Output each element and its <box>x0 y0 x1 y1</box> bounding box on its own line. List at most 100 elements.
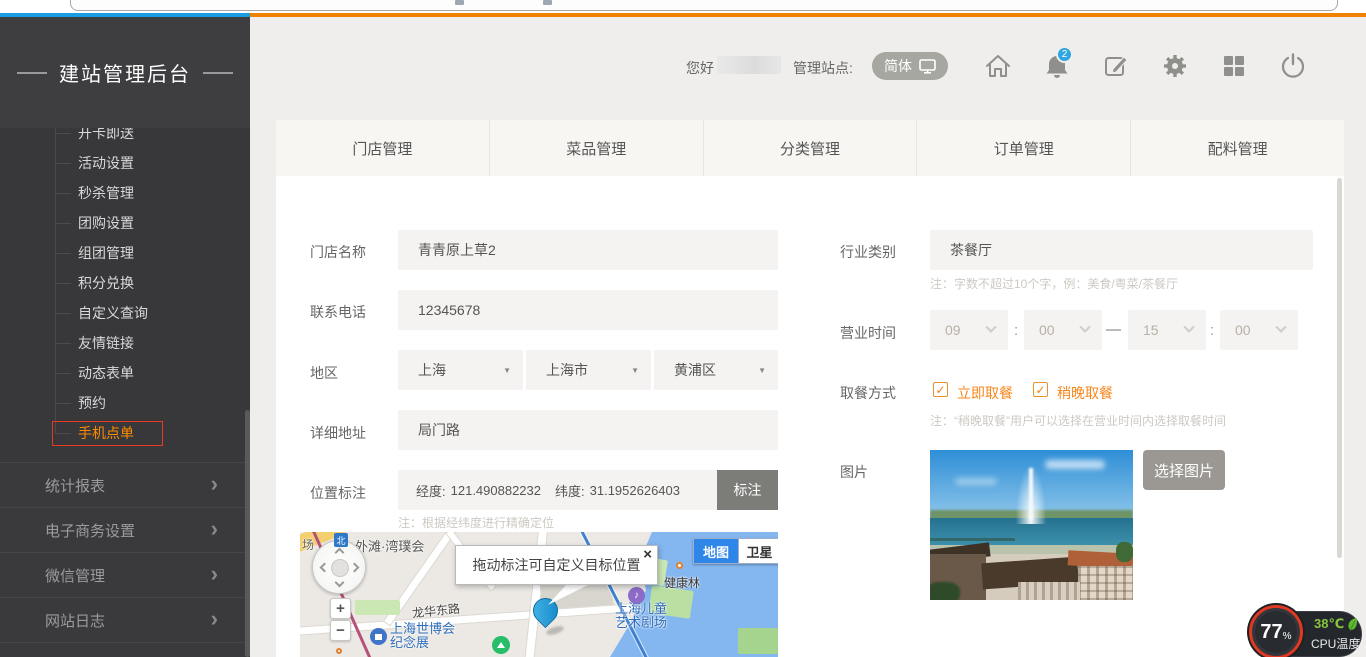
photo-trees <box>1116 542 1133 562</box>
browser-extension-icon[interactable] <box>455 0 464 5</box>
pickup-later-label[interactable]: 稍晚取餐 <box>1057 383 1113 403</box>
photo-facade <box>1018 582 1080 600</box>
chevron-down-icon <box>1183 322 1194 333</box>
settings-gear-icon[interactable] <box>1160 51 1190 81</box>
pickup-now-label[interactable]: 立即取餐 <box>957 383 1013 403</box>
sidebar-item-points[interactable]: 积分兑换 <box>0 268 250 298</box>
browser-extension-icon[interactable] <box>543 0 552 5</box>
pan-right-icon[interactable] <box>350 563 360 573</box>
pan-down-icon[interactable] <box>335 578 345 588</box>
sidebar-item-mobile-ordering-active[interactable]: 手机点单 <box>0 418 250 448</box>
plus-glyph: + <box>336 600 345 617</box>
cpu-usage-gauge[interactable]: 77% <box>1249 605 1303 657</box>
content-scrollbar-thumb[interactable] <box>1337 178 1342 558</box>
open-hour-select[interactable]: 09 <box>930 310 1008 350</box>
check-icon: ✓ <box>1035 383 1045 397</box>
pickup-label: 取餐方式 <box>840 383 896 403</box>
sidebar-item-label: 手机点单 <box>78 423 134 443</box>
museum-poi-icon[interactable] <box>370 628 387 645</box>
language-label: 简体 <box>884 56 912 76</box>
browser-address-bar[interactable] <box>70 0 1338 11</box>
close-hour-select[interactable]: 15 <box>1128 310 1206 350</box>
industry-input[interactable]: 茶餐厅 <box>930 230 1313 270</box>
location-input[interactable]: 经度: 121.490882232 纬度: 31.1952626403 <box>398 470 717 510</box>
sidebar-item-groups[interactable]: 组团管理 <box>0 238 250 268</box>
address-label: 详细地址 <box>310 423 366 443</box>
tab-ingredient-management[interactable]: 配料管理 <box>1131 120 1344 176</box>
map-park <box>738 628 778 654</box>
tab-label: 配料管理 <box>1208 138 1268 159</box>
tab-dish-management[interactable]: 菜品管理 <box>490 120 704 176</box>
home-icon[interactable] <box>983 51 1013 81</box>
map-mode-button[interactable]: 地图 <box>694 539 738 563</box>
zoom-in-button[interactable]: + <box>330 598 351 619</box>
district-select[interactable]: 黄浦区 ▼ <box>654 350 778 390</box>
map-label-expo-line1: 上海世博会 <box>390 622 455 636</box>
language-switch-button[interactable]: 简体 <box>872 52 948 80</box>
sidebar-section-wechat[interactable]: 微信管理 › <box>0 552 250 597</box>
sidebar-item-label: 动态表单 <box>78 363 134 383</box>
hours-label: 营业时间 <box>840 323 896 343</box>
choose-image-button[interactable]: 选择图片 <box>1143 450 1225 490</box>
open-minute-select[interactable]: 00 <box>1024 310 1102 350</box>
map-label-expo-line2: 纪念展 <box>390 636 455 650</box>
open-hour-value: 09 <box>945 322 961 338</box>
satellite-mode-button[interactable]: 卫星 <box>738 539 778 563</box>
compass-north-icon[interactable]: 北 <box>334 533 348 547</box>
apps-grid-icon[interactable] <box>1219 51 1249 81</box>
map-label-park: 健康林 <box>664 574 700 591</box>
pan-left-icon[interactable] <box>320 563 330 573</box>
map-widget[interactable]: 场 外滩·湾璞会 龙华东路 健康林 上海儿童 艺术剧场 上海世博会 纪念展 ♪ … <box>300 532 778 657</box>
sidebar-item-booking[interactable]: 预约 <box>0 388 250 418</box>
mark-button-label: 标注 <box>734 480 762 500</box>
sidebar-item-groupbuy[interactable]: 团购设置 <box>0 208 250 238</box>
pan-knob[interactable] <box>331 559 349 577</box>
zoom-out-button[interactable]: − <box>330 620 351 641</box>
power-logout-icon[interactable] <box>1278 51 1308 81</box>
museum-glyph <box>375 634 382 640</box>
province-select[interactable]: 上海 ▼ <box>398 350 523 390</box>
chevron-right-icon: › <box>211 516 218 542</box>
tab-store-management[interactable]: 门店管理 <box>276 120 490 176</box>
image-label: 图片 <box>840 462 868 482</box>
tab-order-management[interactable]: 订单管理 <box>917 120 1131 176</box>
store-name-input[interactable]: 青青原上草2 <box>398 230 778 270</box>
chevron-right-icon: › <box>211 606 218 632</box>
close-minute-value: 00 <box>1235 322 1251 338</box>
pickup-now-checkbox[interactable]: ✓ <box>933 382 948 397</box>
sidebar-item-activity-settings[interactable]: 活动设置 <box>0 148 250 178</box>
sidebar-item-links[interactable]: 友情链接 <box>0 328 250 358</box>
chevron-down-icon <box>985 322 996 333</box>
address-input[interactable]: 局门路 <box>398 410 778 450</box>
tab-category-management[interactable]: 分类管理 <box>704 120 918 176</box>
chevron-right-icon: › <box>211 561 218 587</box>
time-colon: : <box>1210 322 1214 339</box>
monitor-icon <box>919 59 936 74</box>
sidebar-section-ecommerce[interactable]: 电子商务设置 › <box>0 507 250 552</box>
pickup-later-checkbox[interactable]: ✓ <box>1033 382 1048 397</box>
compose-icon[interactable] <box>1101 51 1131 81</box>
music-poi-icon[interactable]: ♪ <box>628 587 645 604</box>
username-redacted <box>717 56 781 74</box>
phone-input[interactable]: 12345678 <box>398 290 778 330</box>
sidebar-item-label: 秒杀管理 <box>78 183 134 203</box>
map-label-bund: 外滩·湾璞会 <box>355 536 424 555</box>
district-value: 黄浦区 <box>674 360 716 380</box>
close-minute-select[interactable]: 00 <box>1220 310 1298 350</box>
map-pan-control[interactable] <box>312 540 366 594</box>
pan-up-icon[interactable] <box>335 548 345 558</box>
check-icon: ✓ <box>935 383 945 397</box>
sidebar-scrollbar-thumb[interactable] <box>245 410 250 657</box>
sidebar-item-custom-query[interactable]: 自定义查询 <box>0 298 250 328</box>
sidebar-section-statistics[interactable]: 统计报表 › <box>0 462 250 507</box>
scenic-poi-icon[interactable] <box>492 636 510 654</box>
close-icon[interactable]: × <box>643 546 652 563</box>
mark-location-button[interactable]: 标注 <box>717 470 778 510</box>
sidebar-section-sitelog[interactable]: 网站日志 › <box>0 597 250 642</box>
sidebar-item-dynamic-form[interactable]: 动态表单 <box>0 358 250 388</box>
sidebar-item-flashsale[interactable]: 秒杀管理 <box>0 178 250 208</box>
map-type-switch: 地图 卫星 <box>693 538 778 564</box>
sidebar: 开卡即送 活动设置 秒杀管理 团购设置 组团管理 积分兑换 自定义查询 友情链接… <box>0 17 250 657</box>
sidebar-item-label: 积分兑换 <box>78 273 134 293</box>
city-select[interactable]: 上海市 ▼ <box>526 350 651 390</box>
